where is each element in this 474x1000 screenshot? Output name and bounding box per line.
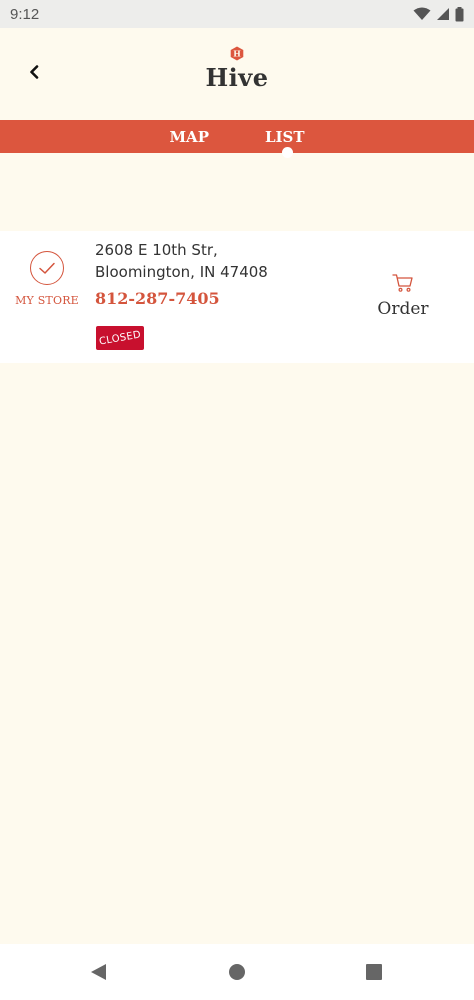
system-nav-bar: [0, 944, 474, 1000]
status-time: 9:12: [10, 5, 40, 23]
status-badge: CLOSED: [96, 326, 144, 350]
tab-list-label: LIST: [264, 127, 305, 146]
status-icons: [413, 6, 464, 22]
check-circle-icon: [30, 251, 64, 285]
my-store-label: MY STORE: [15, 294, 79, 307]
back-triangle-icon[interactable]: [90, 963, 108, 981]
logo-letter: H: [233, 49, 241, 59]
address-line-1: 2608 E 10th Str,: [95, 241, 218, 259]
store-phone-link[interactable]: 812-287-7405: [95, 289, 220, 308]
app-screen: 9:12 H Hive MAP LIST MY STORE 2608 E 10t…: [0, 0, 474, 1000]
battery-icon: [455, 6, 464, 21]
recents-square-icon[interactable]: [365, 963, 383, 981]
status-bar: 9:12: [0, 0, 474, 28]
brand: H Hive: [0, 46, 474, 92]
store-list-item[interactable]: MY STORE 2608 E 10th Str, Bloomington, I…: [0, 231, 474, 363]
order-button[interactable]: Order: [372, 273, 434, 319]
cart-icon: [392, 274, 413, 292]
tab-bar: MAP LIST: [0, 120, 474, 158]
wifi-icon: [413, 7, 431, 20]
order-label: Order: [377, 299, 429, 319]
tab-list[interactable]: LIST: [264, 120, 305, 158]
my-store-toggle[interactable]: MY STORE: [10, 251, 84, 307]
home-circle-icon[interactable]: [228, 963, 246, 981]
status-badge-text: CLOSED: [98, 328, 142, 348]
signal-icon: [437, 8, 449, 20]
address-line-2: Bloomington, IN 47408: [95, 263, 268, 281]
selected-tab-indicator: [281, 147, 293, 158]
app-title: Hive: [205, 63, 269, 92]
store-address: 2608 E 10th Str, Bloomington, IN 47408: [95, 239, 268, 283]
tab-map[interactable]: MAP: [169, 120, 209, 153]
hive-logo-icon: H: [230, 46, 244, 61]
tab-map-label: MAP: [169, 127, 209, 146]
checkmark-icon: [39, 262, 55, 274]
app-header: H Hive: [0, 28, 474, 120]
